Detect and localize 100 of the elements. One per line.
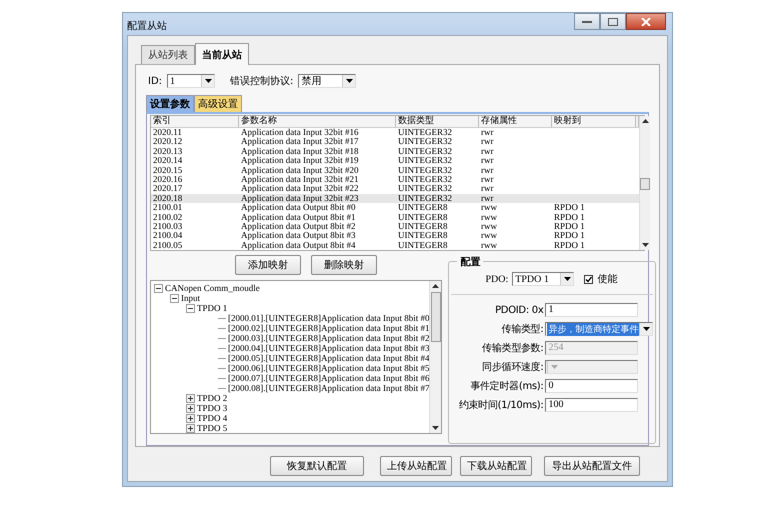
- table-cell: Application data Input 32bit #18: [241, 146, 358, 156]
- table-row[interactable]: 2100.01 Application data Output 8bit #0 UINTEGER8 rww RPDO 1: [151, 203, 639, 213]
- table-row[interactable]: 2020.16 Application data Input 32bit #21 UINTEGER32 rwr: [151, 174, 639, 184]
- action-button[interactable]: 上传从站配置: [380, 456, 452, 476]
- error-control-label: 错误控制协议:: [230, 74, 294, 88]
- table-cell: 2020.17: [153, 183, 182, 194]
- table-row[interactable]: 2100.03 Application data Output 8bit #2 UINTEGER8 rww RPDO 1: [151, 222, 639, 232]
- table-row[interactable]: 2020.12 Application data Input 32bit #17 UINTEGER32 rwr: [151, 137, 639, 147]
- tree-item[interactable]: [2000.03].[UINTEGER8]Application data Input 8bit #2: [228, 333, 430, 343]
- table-row[interactable]: 2020.15 Application data Input 32bit #20 UINTEGER32 rwr: [151, 166, 639, 175]
- table-cell: Application data Input 32bit #21: [241, 174, 358, 184]
- tree-item[interactable]: [2000.08].[UINTEGER8]Application data Input 8bit #7: [228, 383, 430, 393]
- map-button[interactable]: 删除映射: [311, 255, 378, 275]
- table-row[interactable]: 2100.05 Application data Output 8bit #4 UINTEGER8 rww RPDO 1: [151, 240, 639, 250]
- collapse-icon[interactable]: [154, 284, 163, 292]
- action-button[interactable]: 恢复默认配置: [270, 456, 364, 476]
- table-cell: 2100.05: [153, 240, 182, 250]
- tab[interactable]: 高级设置: [194, 95, 242, 112]
- table-row[interactable]: 2100.04 Application data Output 8bit #3 UINTEGER8 rww RPDO 1: [151, 231, 639, 241]
- column-header[interactable]: 存储属性: [479, 116, 552, 127]
- column-header[interactable]: 映射到: [552, 116, 636, 127]
- table-row[interactable]: 2020.13 Application data Input 32bit #18 UINTEGER32 rwr: [151, 146, 639, 156]
- table-cell: 2020.11: [153, 127, 182, 137]
- field-label: 传输类型:: [500, 322, 544, 336]
- table-cell: 2100.01: [153, 202, 182, 212]
- table-cell: rwr: [481, 183, 494, 194]
- table-cell: Application data Input 32bit #23: [241, 192, 358, 203]
- collapse-icon[interactable]: [186, 304, 195, 312]
- dropdown[interactable]: 异步，制造商特定事件: [545, 322, 654, 336]
- column-header[interactable]: 数据类型: [396, 116, 479, 127]
- tree-item[interactable]: Input: [181, 293, 200, 303]
- column-header[interactable]: 参数名称: [239, 116, 396, 127]
- scroll-down-icon[interactable]: [642, 243, 648, 247]
- tree-item[interactable]: [2000.06].[UINTEGER8]Application data Input 8bit #5: [228, 363, 430, 373]
- scroll-down-icon[interactable]: [432, 426, 440, 430]
- table-row[interactable]: 2020.14 Application data Input 32bit #19 UINTEGER32 rwr: [151, 156, 639, 166]
- scrollbar[interactable]: [639, 116, 650, 250]
- action-button[interactable]: 导出从站配置文件: [544, 456, 640, 476]
- scroll-thumb[interactable]: [430, 292, 441, 342]
- input-field[interactable]: 0: [545, 379, 638, 393]
- input-field[interactable]: 1: [545, 303, 638, 317]
- table-row[interactable]: 2020.11 Application data Input 32bit #16 UINTEGER32 rwr: [151, 128, 639, 138]
- tree-item[interactable]: TPDO 2: [197, 393, 228, 403]
- collapse-icon[interactable]: [170, 294, 179, 302]
- tree-item[interactable]: TPDO 4: [197, 413, 228, 423]
- enable-checkbox[interactable]: [584, 274, 594, 284]
- pdo-dropdown[interactable]: TPDO 1: [512, 272, 574, 286]
- table-cell: Application data Output 8bit #0: [241, 202, 356, 212]
- table-cell: Application data Output 8bit #2: [241, 220, 356, 231]
- table-cell: UINTEGER32: [398, 155, 452, 166]
- table-cell: 2020.13: [153, 146, 182, 156]
- expand-icon[interactable]: [186, 414, 195, 422]
- tab[interactable]: 当前从站: [195, 43, 249, 65]
- error-control-dropdown[interactable]: 禁用: [298, 74, 356, 88]
- tab[interactable]: 设置参数: [146, 95, 194, 112]
- close-button[interactable]: [626, 13, 666, 30]
- tree-item[interactable]: [2000.07].[UINTEGER8]Application data Input 8bit #6: [228, 373, 430, 383]
- scroll-thumb[interactable]: [640, 178, 650, 190]
- table-cell: UINTEGER8: [398, 202, 448, 212]
- expand-icon[interactable]: [186, 404, 195, 412]
- table-row[interactable]: 2020.18 Application data Input 32bit #23 UINTEGER32 rwr: [151, 194, 639, 204]
- table-cell: rwr: [481, 146, 494, 156]
- column-header[interactable]: 索引: [151, 116, 239, 127]
- table-cell: UINTEGER32: [398, 164, 452, 175]
- tree-item[interactable]: CANopen Comm_moudle: [165, 283, 260, 293]
- tree-item[interactable]: TPDO 5: [197, 423, 228, 433]
- tree-item[interactable]: TPDO 3: [197, 403, 228, 413]
- id-dropdown[interactable]: 1: [167, 74, 216, 88]
- scroll-up-icon[interactable]: [432, 284, 440, 288]
- tab[interactable]: 从站列表: [141, 45, 195, 64]
- table-cell: RPDO 1: [554, 202, 585, 212]
- table-cell: UINTEGER32: [398, 146, 452, 156]
- scrollbar[interactable]: [429, 281, 442, 433]
- expand-icon[interactable]: [186, 394, 195, 402]
- tree-item[interactable]: [2000.02].[UINTEGER8]Application data Input 8bit #1: [228, 323, 430, 333]
- scroll-up-icon[interactable]: [642, 119, 648, 123]
- table-cell: rww: [481, 220, 497, 231]
- table-cell: rww: [481, 202, 497, 212]
- field-label: PDOID: 0x: [494, 304, 544, 316]
- table-row[interactable]: 2020.17 Application data Input 32bit #22 UINTEGER32 rwr: [151, 184, 639, 194]
- tree-item[interactable]: [2000.05].[UINTEGER8]Application data Input 8bit #4: [228, 353, 430, 363]
- input-field[interactable]: 100: [545, 398, 638, 412]
- expand-icon[interactable]: [186, 424, 195, 432]
- maximize-button[interactable]: [600, 13, 626, 30]
- tree-item[interactable]: [2000.01].[UINTEGER8]Application data Input 8bit #0: [228, 313, 430, 323]
- action-button[interactable]: 下载从站配置: [460, 456, 532, 476]
- group-title: 配置: [457, 255, 484, 269]
- table-cell: rww: [481, 230, 497, 240]
- tree-item[interactable]: [2000.04].[UINTEGER8]Application data Input 8bit #3: [228, 343, 430, 353]
- field-label: 同步循环速度:: [481, 360, 544, 374]
- enable-label: 使能: [597, 272, 618, 286]
- table-cell: rww: [481, 212, 497, 222]
- table-cell: RPDO 1: [554, 220, 585, 231]
- table-cell: Application data Input 32bit #19: [241, 155, 358, 166]
- tree-item[interactable]: TPDO 1: [197, 303, 228, 313]
- table-cell: Application data Input 32bit #16: [241, 127, 358, 137]
- table-row[interactable]: 2100.02 Application data Output 8bit #1 UINTEGER8 rww RPDO 1: [151, 212, 639, 222]
- map-button[interactable]: 添加映射: [235, 255, 302, 275]
- minimize-button[interactable]: [574, 13, 600, 30]
- table-cell: Application data Input 32bit #17: [241, 136, 358, 146]
